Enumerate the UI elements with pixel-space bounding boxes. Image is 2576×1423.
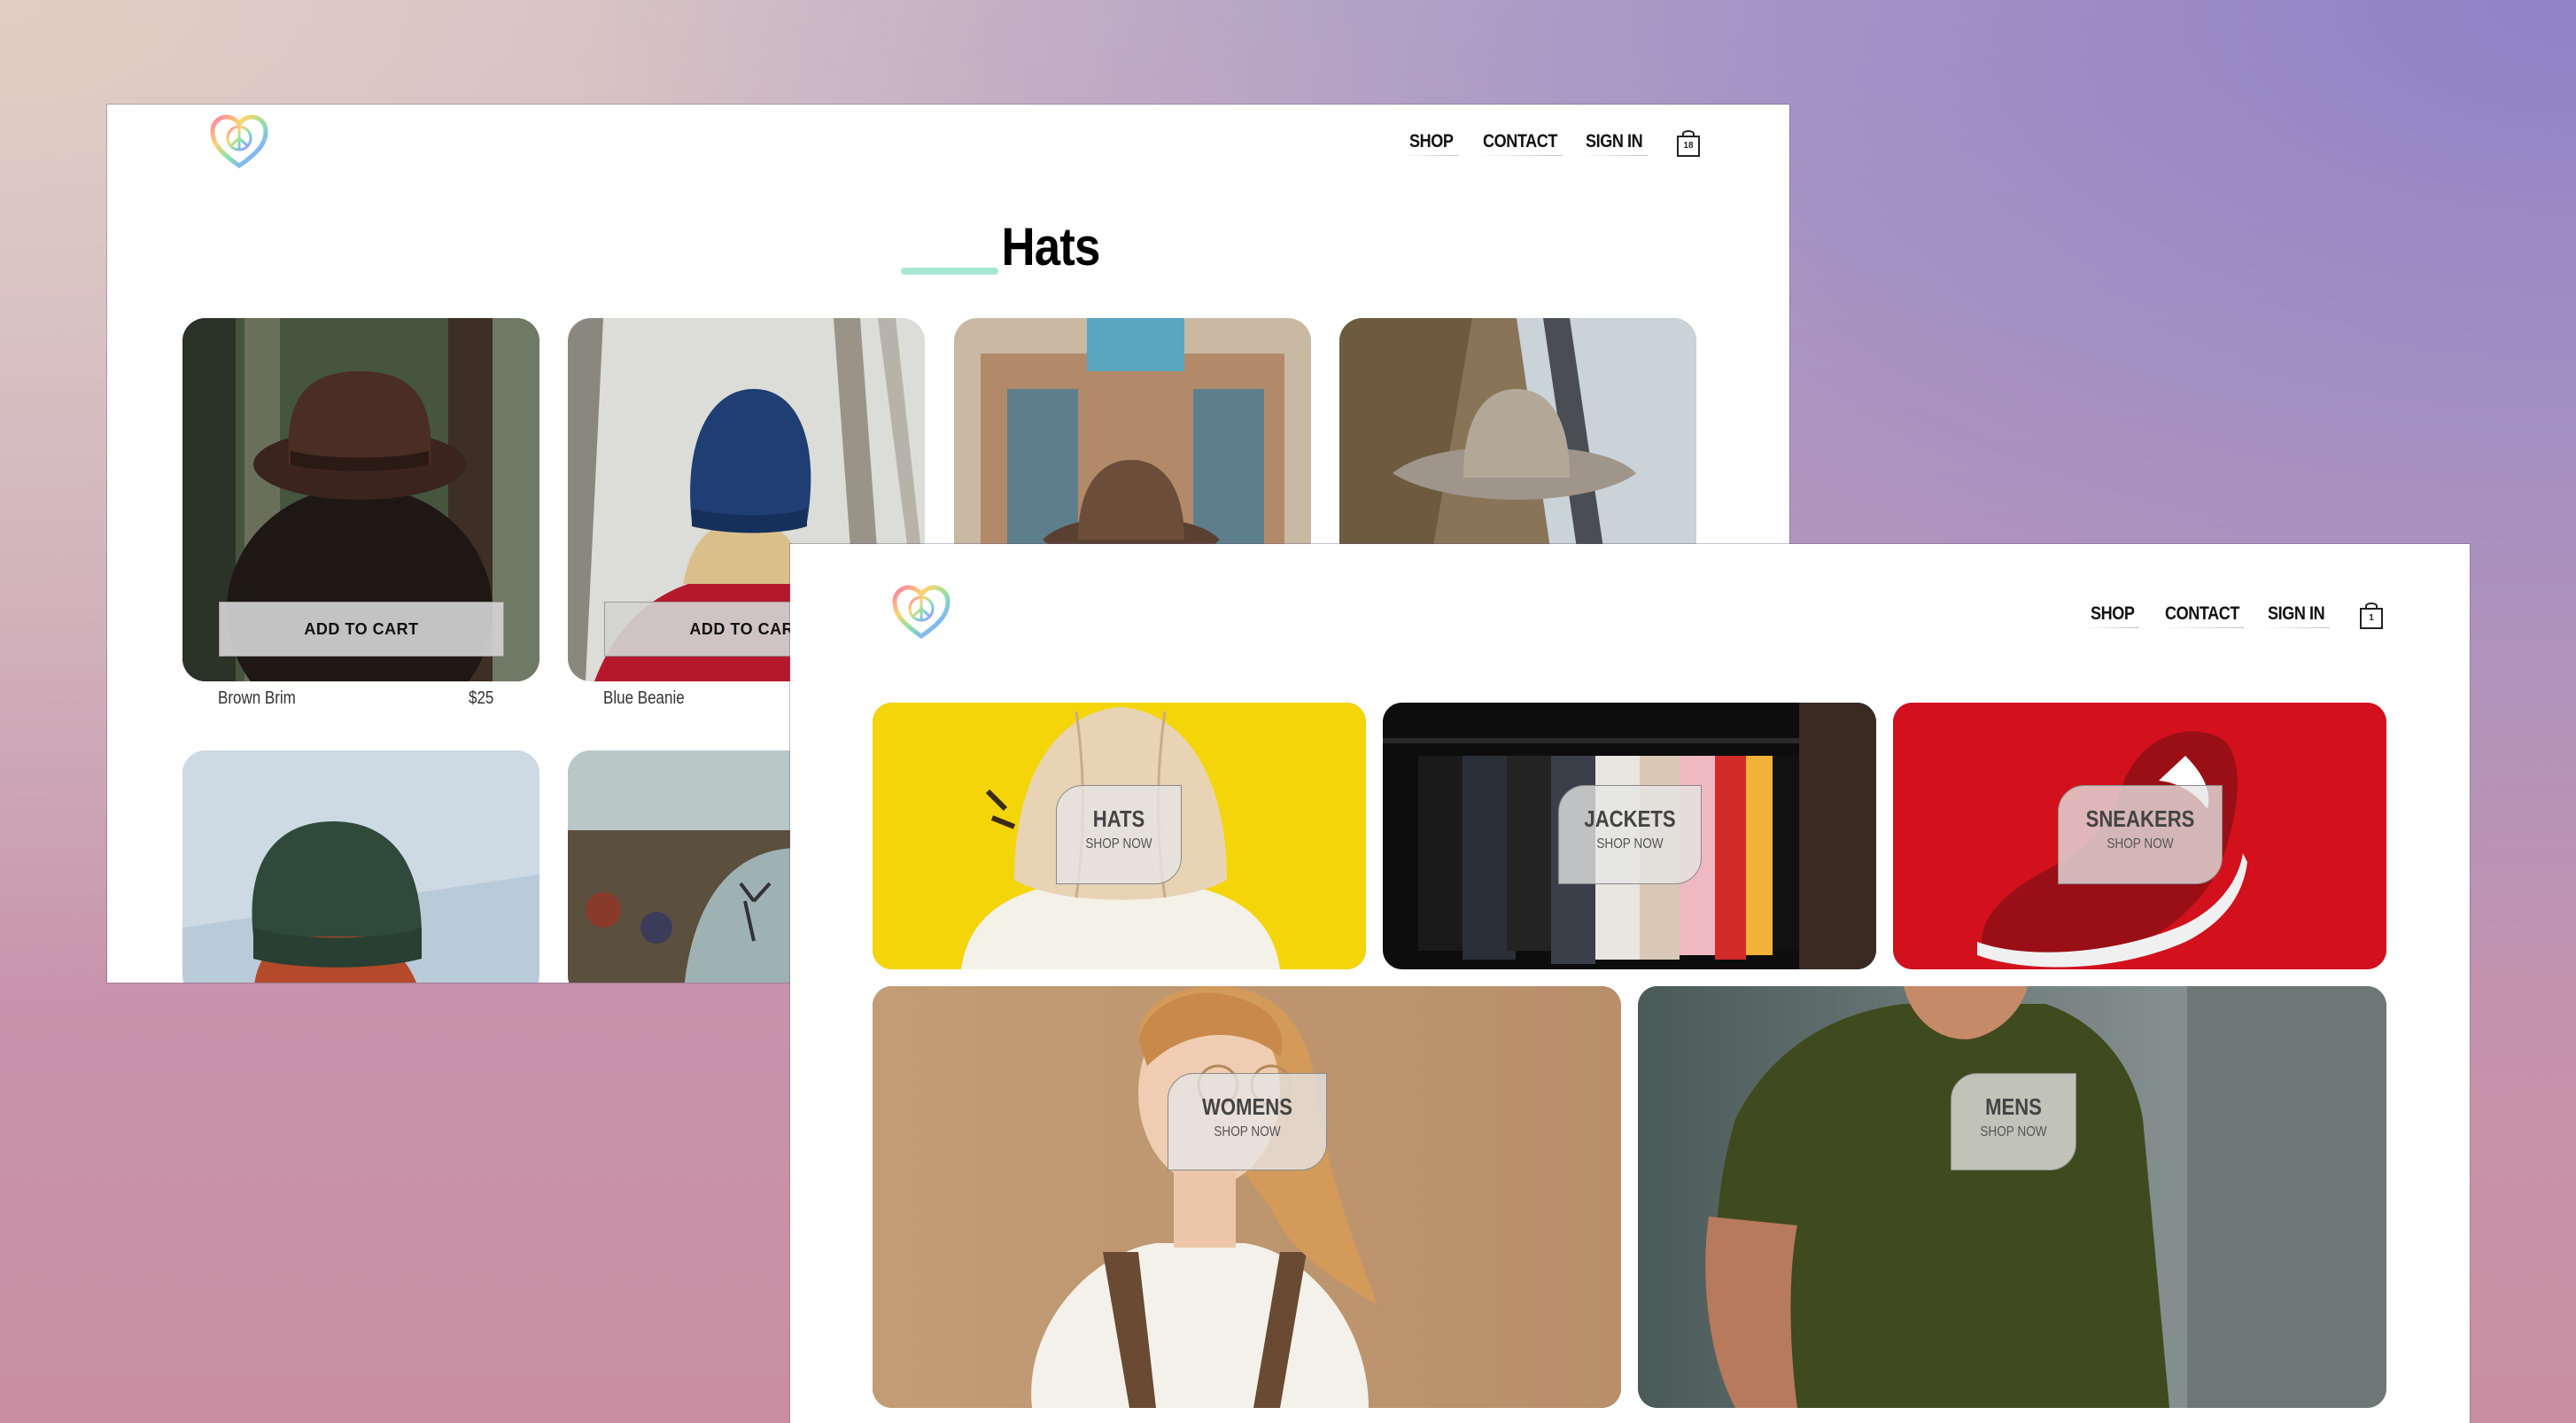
product-card-green-beanie[interactable] xyxy=(182,750,539,983)
shopping-bag-icon[interactable]: 1 xyxy=(2358,600,2385,630)
category-label-hats[interactable]: HATS SHOP NOW xyxy=(1056,785,1182,884)
product-price: $25 xyxy=(469,688,494,708)
add-to-cart-button[interactable]: ADD TO CART xyxy=(219,602,504,657)
category-title: HATS xyxy=(1092,805,1145,832)
nav-shop-link[interactable]: SHOP xyxy=(2084,603,2139,628)
nav-contact-link[interactable]: CONTACT xyxy=(1477,131,1562,156)
title-underline xyxy=(901,268,998,275)
category-jackets[interactable]: JACKETS SHOP NOW xyxy=(1383,703,1876,969)
shop-now-link[interactable]: SHOP NOW xyxy=(1180,1124,1314,1140)
category-title: WOMENS xyxy=(1202,1093,1292,1120)
woman-portrait-photo xyxy=(873,986,1621,1408)
category-title: MENS xyxy=(1985,1093,2042,1120)
category-label-mens[interactable]: MENS SHOP NOW xyxy=(1951,1073,2076,1170)
product-name: Brown Brim xyxy=(218,688,296,708)
category-title: JACKETS xyxy=(1584,805,1676,832)
green-beanie-photo xyxy=(182,750,539,983)
shop-now-link[interactable]: SHOP NOW xyxy=(1570,836,1690,852)
shop-now-link[interactable]: SHOP NOW xyxy=(2071,836,2209,852)
shop-now-link[interactable]: SHOP NOW xyxy=(1961,1124,2067,1140)
home-page-window: SHOP CONTACT SIGN IN 1 HATS SHOP NOW JAC… xyxy=(790,544,2470,1423)
nav-signin-link[interactable]: SIGN IN xyxy=(1579,131,1648,156)
product-name: Blue Beanie xyxy=(603,688,685,708)
nav-shop-link[interactable]: SHOP xyxy=(1403,131,1458,156)
category-mens[interactable]: MENS SHOP NOW xyxy=(1638,986,2386,1408)
category-sneakers[interactable]: SNEAKERS SHOP NOW xyxy=(1893,703,2386,969)
cart-count-badge: 18 xyxy=(1683,141,1694,151)
category-title: SNEAKERS xyxy=(2085,805,2195,832)
category-hats[interactable]: HATS SHOP NOW xyxy=(873,703,1366,969)
shopping-bag-icon[interactable]: 18 xyxy=(1675,128,1702,158)
man-green-tee-photo xyxy=(1638,986,2386,1408)
peace-heart-logo-icon[interactable] xyxy=(892,585,950,640)
peace-heart-logo-icon[interactable] xyxy=(210,114,268,169)
category-label-sneakers[interactable]: SNEAKERS SHOP NOW xyxy=(2058,785,2223,884)
product-card-brown-brim[interactable]: ADD TO CART xyxy=(182,318,539,681)
nav-signin-link[interactable]: SIGN IN xyxy=(2262,603,2330,628)
category-label-womens[interactable]: WOMENS SHOP NOW xyxy=(1168,1073,1327,1170)
cart-count-badge: 1 xyxy=(2369,613,2374,623)
category-womens[interactable]: WOMENS SHOP NOW xyxy=(873,986,1621,1408)
category-label-jackets[interactable]: JACKETS SHOP NOW xyxy=(1558,785,1702,884)
shop-now-link[interactable]: SHOP NOW xyxy=(1067,836,1172,852)
nav-contact-link[interactable]: CONTACT xyxy=(2159,603,2244,628)
